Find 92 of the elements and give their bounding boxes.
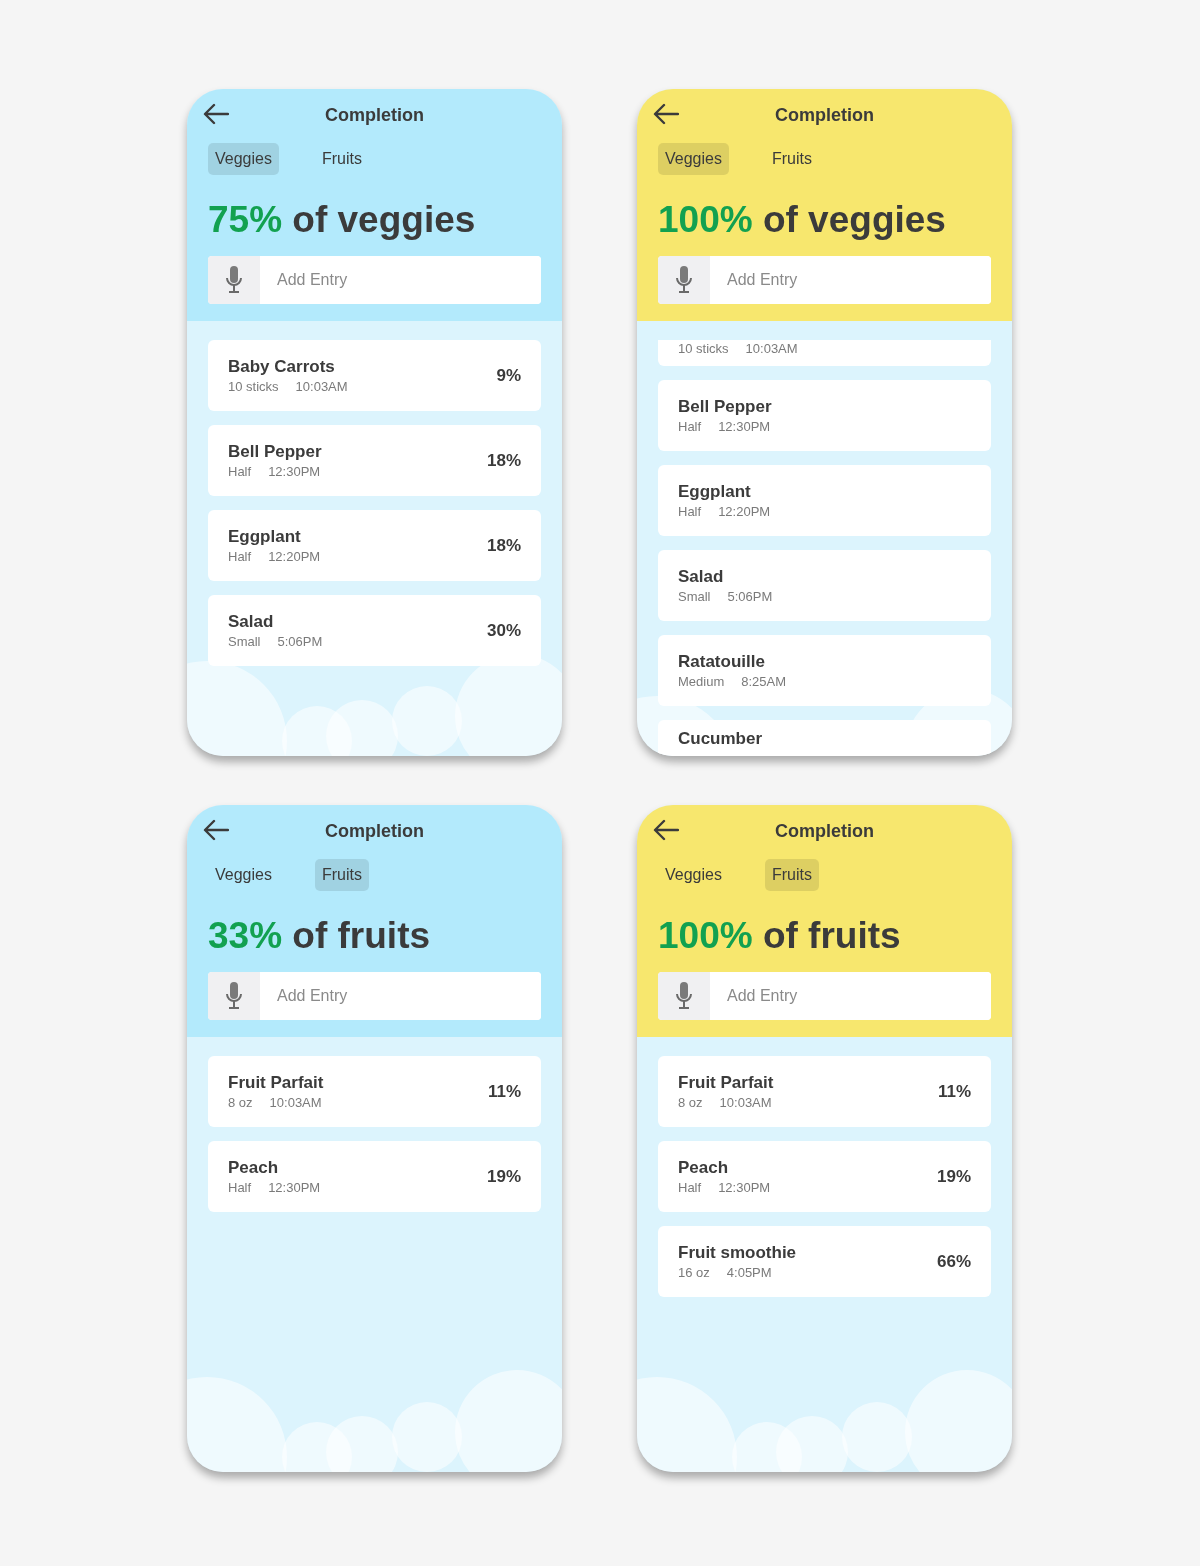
add-entry-field[interactable]: Add Entry xyxy=(658,972,991,1020)
screen-title: Completion xyxy=(775,103,874,127)
back-arrow-icon[interactable] xyxy=(653,103,679,125)
microphone-icon xyxy=(225,981,243,1011)
tab[interactable]: Fruits xyxy=(764,143,819,175)
food-entry-card[interactable]: Salad Small 5:06PM xyxy=(658,550,991,621)
portion-amount: 10 sticks xyxy=(228,378,279,395)
entry-time: 12:20PM xyxy=(268,548,321,565)
food-name: Eggplant xyxy=(678,481,752,503)
food-name: Fruit Parfait xyxy=(228,1072,324,1094)
food-name: Salad xyxy=(228,611,275,633)
food-name: Salad xyxy=(678,566,725,588)
food-entry-card[interactable]: Baby Carrots 10 sticks 10:03AM 9% xyxy=(208,340,541,411)
entry-time: 4:05PM xyxy=(726,1264,772,1281)
food-name: Bell Pepper xyxy=(678,396,772,418)
screen-title: Completion xyxy=(775,819,874,843)
portion-amount: Half xyxy=(228,463,252,480)
portion-amount: Half xyxy=(678,503,702,520)
tab[interactable]: Veggies xyxy=(658,143,729,175)
completion-headline: 100% of fruits xyxy=(658,914,902,958)
entry-time: 10:03AM xyxy=(719,1094,772,1111)
food-entry-card[interactable]: 10 sticks 10:03AM xyxy=(658,340,991,366)
tab[interactable]: Fruits xyxy=(314,859,369,891)
tab[interactable]: Veggies xyxy=(208,859,279,891)
portion-amount: Half xyxy=(678,418,702,435)
portion-amount: Small xyxy=(228,633,261,650)
tab[interactable]: Veggies xyxy=(208,143,279,175)
percent-value: 30% xyxy=(486,619,521,642)
add-entry-field[interactable]: Add Entry xyxy=(208,256,541,304)
completion-headline: 75% of veggies xyxy=(208,198,477,242)
food-entry-card[interactable]: Fruit Parfait 8 oz 10:03AM 11% xyxy=(208,1056,541,1127)
food-name: Fruit Parfait xyxy=(678,1072,774,1094)
percent-value: 19% xyxy=(486,1165,521,1188)
screen-title: Completion xyxy=(325,819,424,843)
percent-value: 18% xyxy=(486,534,521,557)
entry-time: 10:03AM xyxy=(269,1094,322,1111)
portion-amount: Medium xyxy=(678,673,725,690)
portion-amount: 16 oz xyxy=(678,1264,710,1281)
portion-amount: Half xyxy=(228,1179,252,1196)
tab[interactable]: Fruits xyxy=(314,143,369,175)
entry-time: 12:20PM xyxy=(718,503,771,520)
food-entry-card[interactable]: Fruit Parfait 8 oz 10:03AM 11% xyxy=(658,1056,991,1127)
food-entry-card[interactable]: Bell Pepper Half 12:30PM 18% xyxy=(208,425,541,496)
microphone-icon xyxy=(225,265,243,295)
food-entry-card[interactable]: Bell Pepper Half 12:30PM xyxy=(658,380,991,451)
portion-amount: 8 oz xyxy=(678,1094,703,1111)
entry-time: 12:30PM xyxy=(268,463,321,480)
entry-time: 12:30PM xyxy=(718,1179,771,1196)
tab[interactable]: Fruits xyxy=(764,859,819,891)
entry-time: 12:30PM xyxy=(718,418,771,435)
food-name: Peach xyxy=(678,1157,730,1179)
add-entry-field[interactable]: Add Entry xyxy=(658,256,991,304)
screen-title: Completion xyxy=(325,103,424,127)
food-name: Ratatouille xyxy=(678,651,766,673)
food-entry-card[interactable]: Eggplant Half 12:20PM 18% xyxy=(208,510,541,581)
food-name: Eggplant xyxy=(228,526,302,548)
back-arrow-icon[interactable] xyxy=(203,103,229,125)
portion-amount: 10 sticks xyxy=(678,340,729,357)
food-entry-card[interactable]: Fruit smoothie 16 oz 4:05PM 66% xyxy=(658,1226,991,1297)
completion-headline: 33% of fruits xyxy=(208,914,432,958)
food-name: Bell Pepper xyxy=(228,441,322,463)
entry-time: 5:06PM xyxy=(727,588,773,605)
percent-value: 11% xyxy=(487,1080,521,1103)
food-name: Cucumber xyxy=(678,728,763,750)
percent-value: 9% xyxy=(496,364,521,387)
percent-value: 18% xyxy=(486,449,521,472)
portion-amount: Small xyxy=(678,588,711,605)
microphone-icon xyxy=(675,265,693,295)
back-arrow-icon[interactable] xyxy=(653,819,679,841)
portion-amount: 8 oz xyxy=(228,1094,253,1111)
food-entry-card[interactable]: Eggplant Half 12:20PM xyxy=(658,465,991,536)
tab[interactable]: Veggies xyxy=(658,859,729,891)
add-entry-field[interactable]: Add Entry xyxy=(208,972,541,1020)
microphone-icon xyxy=(675,981,693,1011)
entry-time: 5:06PM xyxy=(277,633,323,650)
percent-value: 11% xyxy=(937,1080,971,1103)
entry-time: 12:30PM xyxy=(268,1179,321,1196)
food-name: Peach xyxy=(228,1157,280,1179)
entry-time: 10:03AM xyxy=(745,340,798,357)
food-entry-card[interactable]: Peach Half 12:30PM 19% xyxy=(208,1141,541,1212)
entry-time: 8:25AM xyxy=(741,673,787,690)
food-entry-card[interactable]: Peach Half 12:30PM 19% xyxy=(658,1141,991,1212)
food-name: Fruit smoothie xyxy=(678,1242,797,1264)
back-arrow-icon[interactable] xyxy=(203,819,229,841)
percent-value: 66% xyxy=(936,1250,971,1273)
portion-amount: Half xyxy=(678,1179,702,1196)
entry-time: 10:03AM xyxy=(295,378,348,395)
portion-amount: Half xyxy=(228,548,252,565)
completion-headline: 100% of veggies xyxy=(658,198,947,242)
percent-value: 19% xyxy=(936,1165,971,1188)
food-name: Baby Carrots xyxy=(228,356,336,378)
food-entry-card[interactable]: Cucumber xyxy=(658,720,991,756)
